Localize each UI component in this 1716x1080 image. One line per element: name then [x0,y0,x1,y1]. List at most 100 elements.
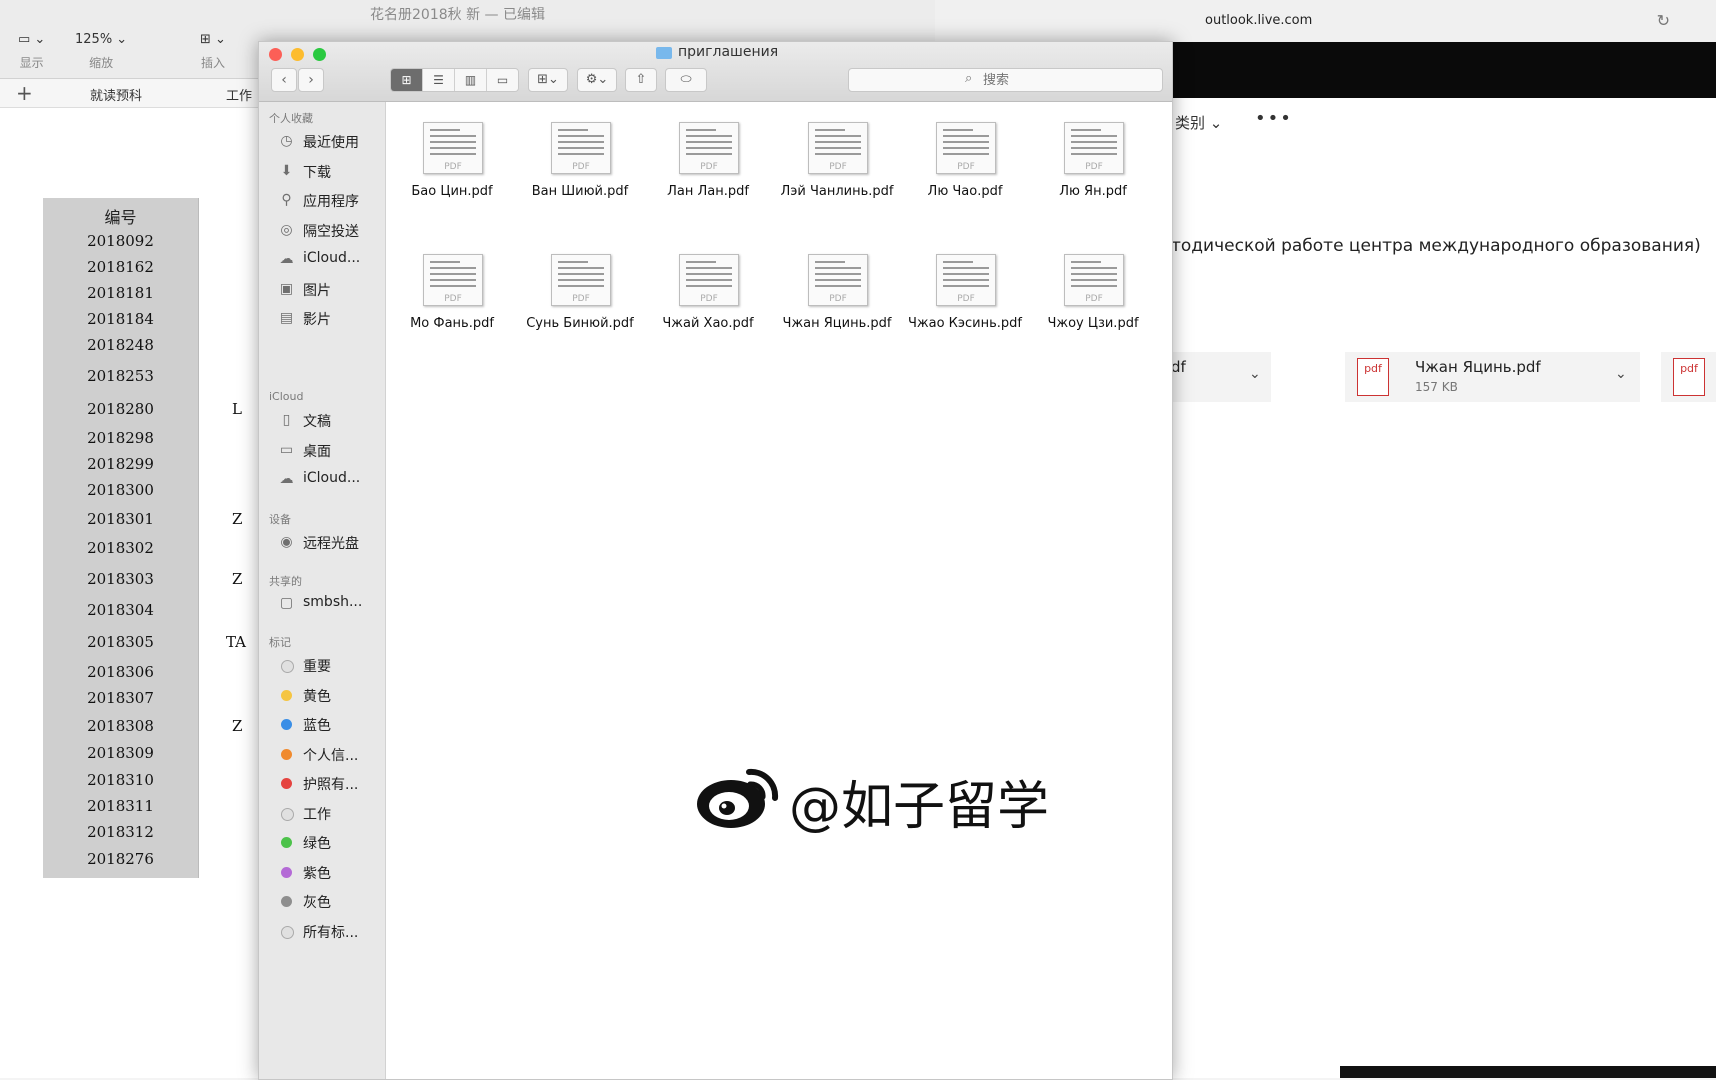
file-item[interactable]: PDF Чжао Кэсинь.pdf [901,250,1029,331]
tab-sheet-1[interactable]: 就读预科 [90,85,142,104]
search-icon: ⌕ [965,71,973,86]
sheet-row-id[interactable]: 2018311 [43,797,198,815]
file-item[interactable]: PDF Лю Чао.pdf [901,118,1029,199]
sheet-row-id[interactable]: 2018298 [43,429,198,447]
forward-button[interactable]: › [298,68,324,92]
tag-button[interactable]: ⬭ [665,68,707,92]
file-item[interactable]: PDF Чжан Яцинь.pdf [773,250,901,331]
sheet-row-id[interactable]: 2018276 [43,850,198,868]
sheet-cell-name[interactable]: Z [232,717,242,735]
sheet-row-id[interactable]: 2018306 [43,663,198,681]
sidebar-item-favorites-6[interactable]: ▤ 影片 [277,307,382,331]
search-box[interactable]: ⌕ [848,68,1163,92]
category-menu[interactable]: 类别 ⌄ [1175,112,1222,133]
file-item[interactable]: PDF Чжоу Цзи.pdf [1029,250,1157,331]
sheet-cell-name[interactable]: TA [226,633,246,651]
file-item[interactable]: PDF Чжай Хао.pdf [644,250,772,331]
minimize-button[interactable] [291,48,304,61]
sheet-row-id[interactable]: 2018253 [43,367,198,385]
sheet-cell-name[interactable]: Z [232,570,242,588]
column-view-button[interactable]: ▥ [455,69,487,91]
sidebar-item-devices-0[interactable]: ◉ 远程光盘 [277,531,382,555]
sheet-row-id[interactable]: 2018280 [43,400,198,418]
sheet-row-id[interactable]: 2018307 [43,689,198,707]
url-field[interactable]: outlook.live.com [1205,13,1312,28]
sheet-row-id[interactable]: 2018162 [43,258,198,276]
zoom-button[interactable]: 125% ⌄ 缩放 [75,30,127,71]
group-button[interactable]: ⊞⌄ [528,68,568,92]
sidebar-item-shared-0[interactable]: ▢ smbsh... [277,592,382,616]
sheet-row-id[interactable]: 2018312 [43,823,198,841]
sheet-row-id[interactable]: 2018092 [43,232,198,250]
sidebar-item-tags-8[interactable]: 灰色 [277,890,382,914]
finder-sidebar: 个人收藏 ◷ 最近使用 ⬇ 下载 ⚲ 应用程序 ◎ 隔空投送 ☁ iCloud... ▣ 图片 ▤ 影片 iC… [259,102,386,1079]
pdf-file-icon: PDF [547,118,613,176]
sidebar-item-tags-5[interactable]: 工作 [277,802,382,826]
sidebar-item-tags-0[interactable]: 重要 [277,654,382,678]
sheet-cell-name[interactable]: L [232,400,242,418]
sidebar-item-tags-3[interactable]: 个人信... [277,743,382,767]
sheet-row-id[interactable]: 2018181 [43,284,198,302]
sheet-row-id[interactable]: 2018184 [43,310,198,328]
zoom-button[interactable] [313,48,326,61]
file-item[interactable]: PDF Мо Фань.pdf [388,250,516,331]
icon-view-button[interactable]: ⊞ [391,69,423,91]
sidebar-item-tags-2[interactable]: 蓝色 [277,713,382,737]
sheet-row-id[interactable]: 2018309 [43,744,198,762]
sidebar-item-icloud-0[interactable]: ▯ 文稿 [277,409,382,433]
share-button[interactable]: ⇧ [625,68,657,92]
attachment-3[interactable]: pdf [1661,352,1716,402]
sidebar-item-tags-9[interactable]: 所有标... [277,920,382,944]
sheet-row-id[interactable]: 2018299 [43,455,198,473]
file-item[interactable]: PDF Сунь Бинюй.pdf [516,250,644,331]
file-item[interactable]: PDF Ван Шиюй.pdf [516,118,644,199]
sidebar-item-tags-6[interactable]: 绿色 [277,831,382,855]
pdf-text-line [815,261,845,263]
sidebar-item-icloud-2[interactable]: ☁ iCloud... [277,468,382,492]
sidebar-item-favorites-2[interactable]: ⚲ 应用程序 [277,189,382,213]
file-item[interactable]: PDF Лан Лан.pdf [644,118,772,199]
sidebar-item-icloud-1[interactable]: ▭ 桌面 [277,439,382,463]
sheet-row-id[interactable]: 2018300 [43,481,198,499]
list-view-button[interactable]: ☰ [423,69,455,91]
sheet-row-id[interactable]: 2018310 [43,771,198,789]
sidebar-item-tags-1[interactable]: 黄色 [277,684,382,708]
sheet-row-id[interactable]: 2018303 [43,570,198,588]
chevron-down-icon[interactable]: ⌄ [1249,366,1261,382]
search-input[interactable] [983,70,1133,90]
share-icon: ⇧ [635,72,647,87]
sidebar-item-favorites-4[interactable]: ☁ iCloud... [277,248,382,272]
sheet-row-id[interactable]: 2018301 [43,510,198,528]
add-sheet-icon[interactable]: + [16,81,33,105]
sidebar-item-tags-7[interactable]: 紫色 [277,861,382,885]
sheet-row-id[interactable]: 2018302 [43,539,198,557]
folder-icon [656,47,672,59]
chevron-down-icon[interactable]: ⌄ [1615,366,1627,382]
sheet-row-id[interactable]: 2018248 [43,336,198,354]
tab-sheet-2[interactable]: 工作 [226,85,252,104]
sidebar-item-favorites-5[interactable]: ▣ 图片 [277,278,382,302]
file-item[interactable]: PDF Бао Цин.pdf [388,118,516,199]
gallery-view-button[interactable]: ▭ [487,69,518,91]
file-item[interactable]: PDF Лю Ян.pdf [1029,118,1157,199]
sidebar-item-favorites-3[interactable]: ◎ 隔空投送 [277,219,382,243]
sheet-row-id[interactable]: 2018308 [43,717,198,735]
close-button[interactable] [269,48,282,61]
sheet-row-id[interactable]: 2018305 [43,633,198,651]
pdf-text-line [558,261,588,263]
file-item[interactable]: PDF Лэй Чанлинь.pdf [773,118,901,199]
sheet-row-id[interactable]: 2018304 [43,601,198,619]
sheet-cell-name[interactable]: Z [232,510,242,528]
more-menu[interactable]: ••• [1255,108,1293,129]
back-button[interactable]: ‹ [271,68,297,92]
action-button[interactable]: ⚙⌄ [577,68,617,92]
sidebar-item-favorites-1[interactable]: ⬇ 下载 [277,160,382,184]
file-name: Чжан Яцинь.pdf [782,316,892,331]
view-button[interactable]: ▭ ⌄ 显示 [18,30,45,71]
reload-icon[interactable]: ↻ [1657,11,1670,30]
attachment-1[interactable]: df ⌄ [1171,352,1271,402]
attachment-2[interactable]: pdf Чжан Яцинь.pdf 157 KB ⌄ [1345,352,1640,402]
sidebar-item-favorites-0[interactable]: ◷ 最近使用 [277,130,382,154]
insert-button[interactable]: ⊞ ⌄ 插入 [200,30,226,71]
sidebar-item-tags-4[interactable]: 护照有... [277,772,382,796]
